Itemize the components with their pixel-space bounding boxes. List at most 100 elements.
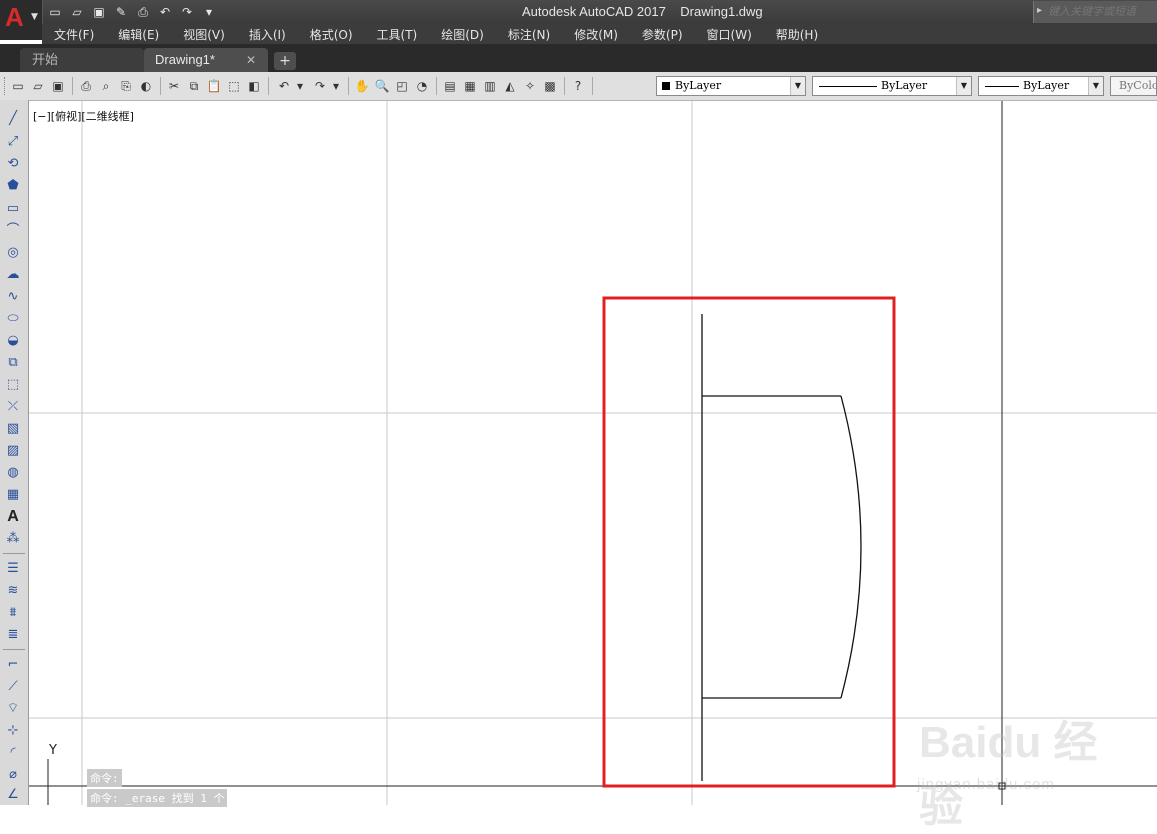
save-as-icon[interactable]: ✎ (112, 3, 130, 21)
menu-tools[interactable]: 工具(T) (365, 26, 430, 43)
command-history: 命令: 命令: _erase 找到 1 个 (87, 769, 228, 809)
table-icon[interactable]: ▦ (4, 486, 22, 504)
application-menu-button[interactable]: A ▼ (0, 0, 43, 40)
dimension-linear-icon[interactable]: ⌐ (4, 656, 22, 674)
dimension-angular-icon[interactable]: ∠ (4, 786, 22, 804)
save-icon[interactable]: ▣ (50, 78, 66, 94)
layer-states-icon[interactable]: ≋ (4, 582, 22, 600)
menu-parametric[interactable]: 参数(P) (630, 26, 695, 43)
app-title: Autodesk AutoCAD 2017 (522, 4, 666, 19)
new-tab-button[interactable]: + (274, 52, 296, 70)
highlight-box (602, 296, 896, 788)
ellipse-icon[interactable]: ⬭ (4, 310, 22, 328)
zoom-realtime-icon[interactable]: 🔍 (374, 78, 390, 94)
search-arrow-icon[interactable]: ▸ (1037, 5, 1042, 16)
paste-icon[interactable]: 📋 (206, 78, 222, 94)
toolbar-separator (3, 553, 25, 554)
new-icon[interactable]: ▭ (46, 3, 64, 21)
zoom-window-icon[interactable]: ◰ (394, 78, 410, 94)
undo-icon[interactable]: ↶ (156, 3, 174, 21)
circle-icon[interactable]: ◎ (4, 244, 22, 262)
make-block-icon[interactable]: ⬚ (4, 376, 22, 394)
zoom-previous-icon[interactable]: ◔ (414, 78, 430, 94)
region-icon[interactable]: ◍ (4, 464, 22, 482)
menu-window[interactable]: 窗口(W) (695, 26, 764, 43)
calculator-icon[interactable]: ▩ (542, 78, 558, 94)
construction-line-icon[interactable]: ⤢ (4, 133, 22, 151)
markup-icon[interactable]: ✧ (522, 78, 538, 94)
3d-print-icon[interactable]: ◐ (138, 78, 154, 94)
chevron-down-icon[interactable]: ▾ (328, 78, 344, 94)
menu-dimension[interactable]: 标注(N) (496, 26, 562, 43)
publish-icon[interactable]: ⎘ (118, 78, 134, 94)
polygon-icon[interactable]: ⬟ (4, 177, 22, 195)
toolbar-separator (72, 77, 73, 95)
dimension-diameter-icon[interactable]: ⌀ (4, 766, 22, 784)
dimension-aligned-icon[interactable]: ⟋ (4, 678, 22, 696)
drawing-canvas[interactable]: [−][俯视][二维线框] Y 命令: 命令: _erase 找到 1 个 Ba… (29, 101, 1157, 831)
dimension-arc-icon[interactable]: ⌔ (4, 700, 22, 718)
open-icon[interactable]: ▱ (68, 3, 86, 21)
menu-insert[interactable]: 插入(I) (237, 26, 298, 43)
line-icon[interactable]: ╱ (4, 110, 22, 128)
chevron-down-icon[interactable]: ▾ (292, 78, 308, 94)
add-selected-icon[interactable]: ⁂ (4, 530, 22, 548)
customize-icon[interactable]: ▾ (200, 3, 218, 21)
viewport-controls-label[interactable]: [−][俯视][二维线框] (33, 108, 134, 124)
open-icon[interactable]: ▱ (30, 78, 46, 94)
arc-curve[interactable] (840, 395, 862, 699)
search-input[interactable] (1048, 4, 1156, 19)
menu-modify[interactable]: 修改(M) (562, 26, 630, 43)
layer-isolate-icon[interactable]: ≣ (4, 626, 22, 644)
tab-start[interactable]: 开始 (20, 48, 144, 72)
color-dropdown[interactable]: ByLayer ▼ (656, 76, 806, 96)
layer-previous-icon[interactable]: ⩩ (4, 604, 22, 622)
command-line-2: 命令: _erase 找到 1 个 (87, 789, 228, 807)
layer-properties-icon[interactable]: ☰ (4, 560, 22, 578)
rectangle-icon[interactable]: ▭ (4, 200, 22, 218)
arc-icon[interactable]: ⌒ (4, 222, 22, 240)
plot-icon[interactable]: ⎙ (78, 78, 94, 94)
new-icon[interactable]: ▭ (10, 78, 26, 94)
properties-icon[interactable]: ▤ (442, 78, 458, 94)
revision-cloud-icon[interactable]: ☁ (4, 266, 22, 284)
redo-icon[interactable]: ↷ (178, 3, 196, 21)
plotstyle-dropdown[interactable]: ByColor (1110, 76, 1157, 96)
point-icon[interactable]: ⤫ (4, 398, 22, 416)
menu-draw[interactable]: 绘图(D) (429, 26, 496, 43)
pan-icon[interactable]: ✋ (354, 78, 370, 94)
menu-file[interactable]: 文件(F) (42, 26, 106, 43)
save-icon[interactable]: ▣ (90, 3, 108, 21)
cut-icon[interactable]: ✂ (166, 78, 182, 94)
design-center-icon[interactable]: ▦ (462, 78, 478, 94)
close-icon[interactable]: ✕ (246, 48, 256, 72)
plot-preview-icon[interactable]: ⌕ (98, 78, 114, 94)
tab-drawing1[interactable]: Drawing1* ✕ (144, 48, 268, 72)
hatch-icon[interactable]: ▧ (4, 420, 22, 438)
help-icon[interactable]: ? (570, 78, 586, 94)
dimension-radius-icon[interactable]: ◜ (4, 744, 22, 762)
block-editor-icon[interactable]: ◧ (246, 78, 262, 94)
menu-format[interactable]: 格式(O) (298, 26, 365, 43)
multiline-text-icon[interactable]: A (4, 508, 22, 526)
menu-view[interactable]: 视图(V) (171, 26, 237, 43)
spline-icon[interactable]: ∿ (4, 288, 22, 306)
copy-icon[interactable]: ⧉ (186, 78, 202, 94)
linetype-dropdown[interactable]: ByLayer ▼ (812, 76, 972, 96)
redo-icon[interactable]: ↷ (312, 78, 328, 94)
chevron-down-icon: ▼ (31, 12, 38, 22)
match-properties-icon[interactable]: ⬚ (226, 78, 242, 94)
dimension-ordinate-icon[interactable]: ⊹ (4, 722, 22, 740)
undo-icon[interactable]: ↶ (276, 78, 292, 94)
toolbar-grip[interactable] (4, 77, 8, 95)
menu-edit[interactable]: 编辑(E) (106, 26, 171, 43)
sheet-set-icon[interactable]: ◭ (502, 78, 518, 94)
plot-icon[interactable]: ⎙ (134, 3, 152, 21)
polyline-icon[interactable]: ⟲ (4, 155, 22, 173)
insert-block-icon[interactable]: ⧉ (4, 354, 22, 372)
tool-palettes-icon[interactable]: ▥ (482, 78, 498, 94)
ellipse-arc-icon[interactable]: ◒ (4, 332, 22, 350)
gradient-icon[interactable]: ▨ (4, 442, 22, 460)
lineweight-dropdown[interactable]: ByLayer ▼ (978, 76, 1104, 96)
menu-help[interactable]: 帮助(H) (764, 26, 830, 43)
